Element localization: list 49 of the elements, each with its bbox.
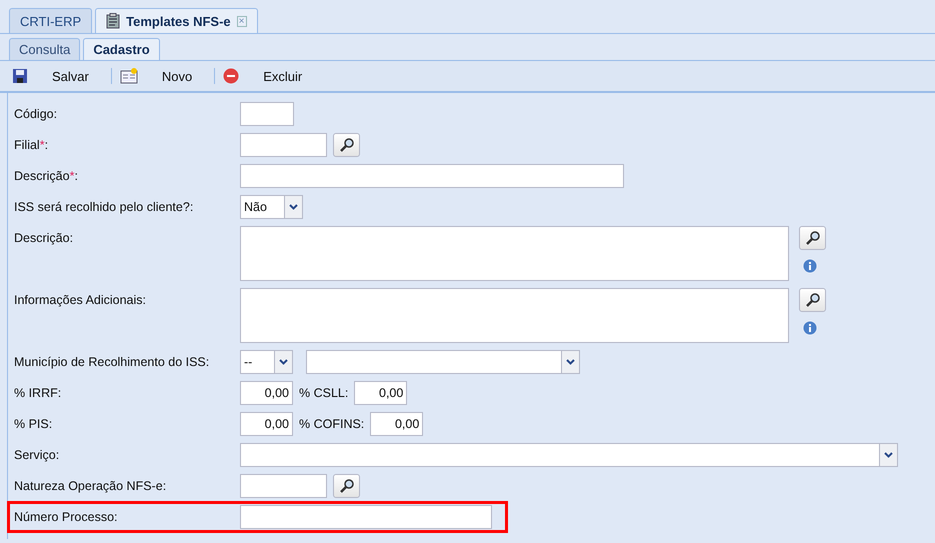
info-icon[interactable] <box>803 321 817 335</box>
field-label: Natureza Operação NFS-e: <box>14 478 168 495</box>
input-field[interactable]: 0,00 <box>240 381 293 405</box>
input-field[interactable] <box>240 133 327 157</box>
info-icon[interactable] <box>803 259 817 273</box>
field-label: % COFINS: <box>299 416 364 433</box>
input-field[interactable] <box>240 164 624 188</box>
field-label: % PIS: <box>14 416 54 433</box>
search-button[interactable] <box>799 226 826 250</box>
magnifier-icon <box>804 230 820 246</box>
dropdown[interactable]: Não <box>240 195 303 219</box>
caret-icon <box>566 359 575 365</box>
field-label: % CSLL: <box>299 385 348 402</box>
toolbar-button[interactable]: Novo <box>138 68 214 84</box>
dropdown[interactable]: -- <box>240 350 293 374</box>
field-label: Filial*: <box>14 137 50 154</box>
field-label: % IRRF: <box>14 385 62 402</box>
tab[interactable]: CRTI-ERP <box>9 8 92 33</box>
caret-icon <box>289 204 298 210</box>
clipboard-icon <box>106 13 120 29</box>
input-field[interactable]: 0,00 <box>354 381 408 405</box>
search-button[interactable] <box>333 474 360 498</box>
magnifier-icon <box>804 292 820 308</box>
new-document-icon[interactable] <box>120 68 138 84</box>
toolbar-button[interactable]: Salvar <box>28 68 111 84</box>
field-label: Serviço: <box>14 447 60 464</box>
search-button[interactable] <box>333 133 360 157</box>
input-field[interactable] <box>240 102 294 126</box>
search-button[interactable] <box>799 288 826 312</box>
caret-icon <box>279 359 288 365</box>
field-label: ISS será recolhido pelo cliente?: <box>14 199 194 216</box>
magnifier-icon <box>338 137 354 153</box>
tab[interactable]: Cadastro <box>83 38 160 60</box>
field-label: Descrição*: <box>14 168 79 185</box>
field-label: Informações Adicionais: <box>14 292 148 309</box>
delete-icon[interactable] <box>223 68 240 84</box>
field-label: Descrição: <box>14 230 74 247</box>
field-label: Município de Recolhimento do ISS: <box>14 354 210 371</box>
field-label: Número Processo: <box>14 509 119 526</box>
tab[interactable]: Templates NFS-e × <box>95 8 258 33</box>
magnifier-icon <box>338 478 354 494</box>
input-field[interactable]: 0,00 <box>240 412 293 436</box>
tab[interactable]: Consulta <box>9 38 80 60</box>
input-field[interactable] <box>240 505 492 529</box>
input-field[interactable]: 0,00 <box>370 412 424 436</box>
field-label: Código: <box>14 106 58 123</box>
toolbar-button[interactable]: Excluir <box>239 68 324 84</box>
caret-icon <box>884 452 893 458</box>
input-field[interactable] <box>240 474 327 498</box>
